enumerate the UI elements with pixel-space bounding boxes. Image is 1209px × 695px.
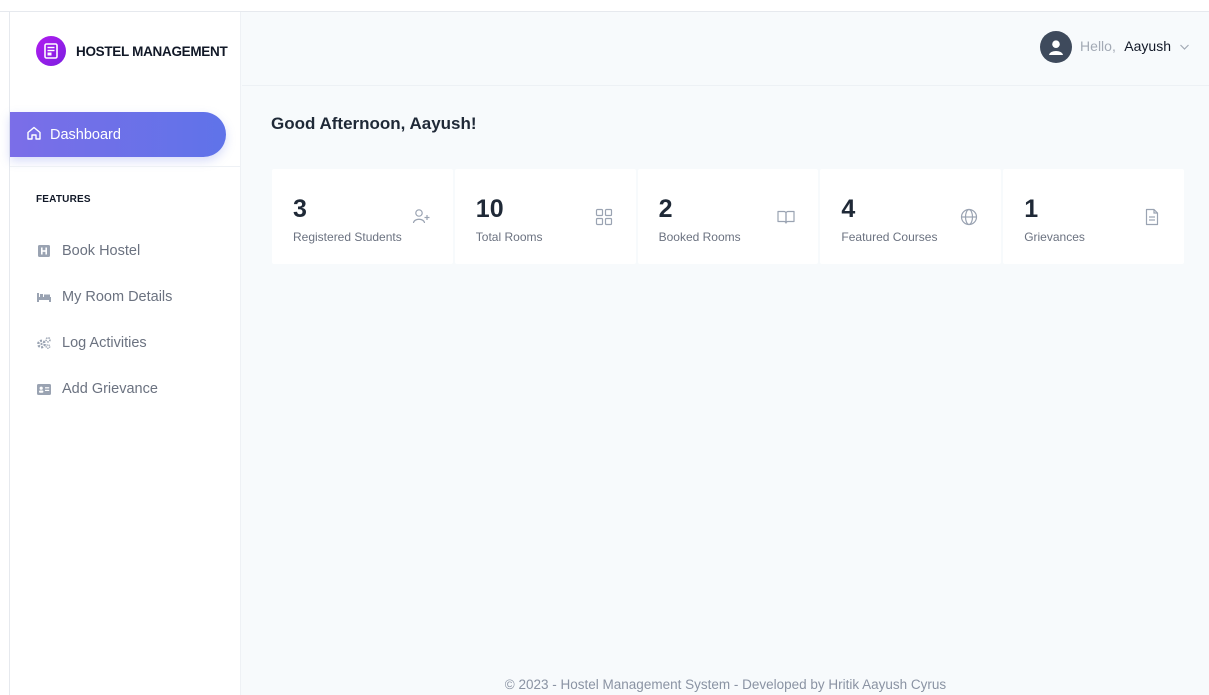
stat-card-booked-rooms[interactable]: 2 Booked Rooms: [637, 169, 819, 264]
stat-card-registered-students[interactable]: 3 Registered Students: [272, 169, 453, 264]
bed-icon: [36, 289, 52, 305]
user-name: Aayush: [1124, 38, 1171, 54]
sidebar-item-label: Add Grievance: [62, 381, 158, 397]
stat-value: 3: [293, 195, 307, 223]
stat-card-grievances[interactable]: 1 Grievances: [1003, 169, 1184, 264]
sidebar-item-dashboard[interactable]: Dashboard: [10, 112, 226, 157]
grid-icon: [594, 207, 614, 227]
sidebar-item-label: Dashboard: [50, 126, 121, 143]
stat-label: Total Rooms: [475, 230, 543, 244]
window-top-bar: [0, 0, 1209, 12]
stat-value: 1: [1024, 195, 1039, 223]
sidebar-divider: [10, 166, 241, 167]
chevron-down-icon: [1179, 38, 1190, 56]
user-menu[interactable]: Hello, Aayush: [1040, 31, 1190, 63]
stat-value: 10: [475, 195, 504, 223]
sidebar-item-label: My Room Details: [62, 289, 173, 305]
app-window: HOSTEL MANAGEMENT Dashboard FEATURES Boo…: [0, 0, 1209, 695]
page-title: Good Afternoon, Aayush!: [271, 114, 477, 133]
user-plus-icon: [411, 207, 431, 227]
stat-label: Grievances: [1024, 230, 1085, 244]
sidebar-item-label: Book Hostel: [62, 243, 141, 259]
top-header: Hello, Aayush: [242, 12, 1209, 86]
left-edge: [0, 12, 10, 695]
home-icon: [26, 125, 42, 145]
sidebar-item-add-grievance[interactable]: Add Grievance: [36, 366, 236, 412]
sidebar-features-list: Book Hostel My Room Details Log Activiti…: [36, 228, 236, 412]
sidebar-item-log-activities[interactable]: Log Activities: [36, 320, 236, 366]
stat-label: Booked Rooms: [658, 230, 741, 244]
stats-cards: 3 Registered Students 10 Total Rooms 2 B…: [272, 169, 1184, 264]
stat-card-total-rooms[interactable]: 10 Total Rooms: [454, 169, 636, 264]
sidebar: HOSTEL MANAGEMENT Dashboard FEATURES Boo…: [10, 12, 241, 695]
id-card-icon: [36, 381, 52, 397]
stat-label: Registered Students: [293, 230, 402, 244]
sidebar-item-my-room-details[interactable]: My Room Details: [36, 274, 236, 320]
footer: © 2023 - Hostel Management System - Deve…: [504, 677, 947, 692]
stat-label: Featured Courses: [841, 230, 938, 244]
stat-value: 4: [841, 195, 856, 223]
globe-icon: [959, 207, 979, 227]
stat-card-featured-courses[interactable]: 4 Featured Courses: [820, 169, 1002, 264]
book-open-icon: [776, 207, 796, 227]
brand[interactable]: HOSTEL MANAGEMENT: [36, 36, 228, 66]
cogs-icon: [36, 335, 52, 351]
hostel-logo-icon: [36, 36, 66, 66]
main-content: Hello, Aayush Good Afternoon, Aayush! 3 …: [242, 12, 1209, 695]
sidebar-item-label: Log Activities: [62, 335, 147, 351]
brand-name: HOSTEL MANAGEMENT: [76, 43, 228, 59]
stat-value: 2: [658, 195, 673, 223]
hostel-icon: [36, 243, 52, 259]
section-title-features: FEATURES: [36, 194, 91, 205]
avatar: [1040, 31, 1073, 63]
sidebar-item-book-hostel[interactable]: Book Hostel: [36, 228, 236, 274]
document-icon: [1142, 207, 1162, 227]
hello-text: Hello,: [1080, 38, 1116, 54]
user-avatar-icon: [1049, 40, 1064, 55]
